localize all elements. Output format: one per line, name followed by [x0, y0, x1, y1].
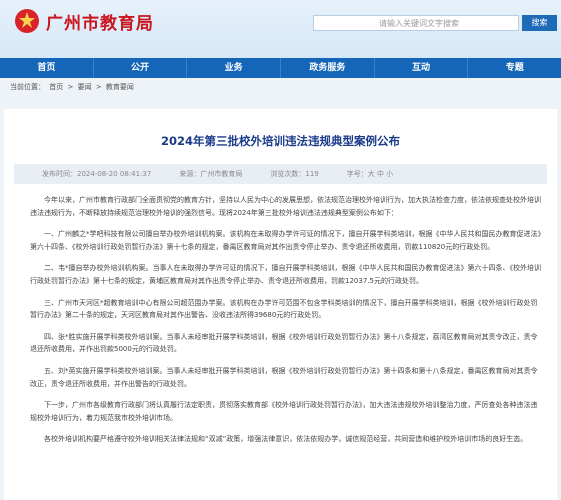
breadcrumb-label: 当前位置：: [10, 83, 45, 91]
breadcrumb-separator: >: [67, 83, 74, 91]
breadcrumb-news[interactable]: 要闻: [78, 83, 92, 91]
breadcrumb-separator: >: [95, 83, 102, 91]
article-meta: 发布时间：2024-08-20 08:41:37 来源：广州市教育局 浏览次数：…: [14, 164, 547, 184]
article-paragraph: 一、广州麟之*学吧科技有限公司擅自举办校外培训机构案。该机构在未取得办学许可证的…: [30, 230, 541, 251]
publish-time: 发布时间：2024-08-20 08:41:37: [42, 170, 152, 178]
emblem-icon: [15, 9, 39, 33]
nav-item-topics[interactable]: 专题: [468, 58, 561, 78]
article-body: 今年以来，广州市教育行政部门全面贯彻党的教育方针，坚持以人民为中心的发展思想，依…: [30, 194, 541, 455]
search-button[interactable]: 搜索: [522, 15, 557, 31]
article-paragraph: 各校外培训机构要严格遵守校外培训相关法律法规和“双减”政策，增强法律意识，依法依…: [44, 435, 528, 444]
site-title[interactable]: 广州市教育局: [46, 9, 154, 34]
article-paragraph: 四、张*胜实施开展学科类校外培训案。当事人未经审批开展学科类培训，根据《校外培训…: [30, 332, 538, 354]
main-nav: 首页 公开 业务 政务服务 互动 专题: [0, 58, 561, 78]
nav-item-services[interactable]: 政务服务: [281, 58, 375, 78]
nav-item-business[interactable]: 业务: [187, 58, 282, 78]
article-paragraph: 二、韦*擅自举办校外培训机构案。当事人在未取得办学许可证的情况下，擅自开展学科类…: [30, 264, 541, 285]
article-title: 2024年第三批校外培训违法违规典型案例公布: [160, 134, 400, 148]
breadcrumb: 当前位置： 首页 > 要闻 > 教育要闻: [0, 78, 561, 96]
breadcrumb-home[interactable]: 首页: [49, 83, 63, 91]
breadcrumb-edu-news[interactable]: 教育要闻: [106, 83, 134, 91]
view-count: 浏览次数：119: [270, 170, 319, 178]
nav-item-home[interactable]: 首页: [0, 58, 94, 78]
article-paragraph: 今年以来，广州市教育行政部门全面贯彻党的教育方针，坚持以人民为中心的发展思想，依…: [30, 196, 541, 217]
article-paragraph: 下一步，广州市各级教育行政部门将认真履行法定职责，贯彻落实教育部《校外培训行政处…: [30, 401, 538, 422]
article-paragraph: 五、刘*英实施开展学科类校外培训案。当事人未经审批开展学科类培训，根据《校外培训…: [30, 366, 538, 388]
article-source: 来源：广州市教育局: [179, 170, 243, 178]
site-header: 广州市教育局 请输入关键词文字搜索 搜索: [0, 0, 561, 58]
article-panel: 2024年第三批校外培训违法违规典型案例公布 发布时间：2024-08-20 0…: [4, 109, 557, 500]
font-size-control[interactable]: 字号：大 中 小: [347, 169, 393, 179]
search-input[interactable]: 请输入关键词文字搜索: [313, 15, 519, 31]
article-paragraph: 三、广州市天河区*超教育培训中心有限公司超范围办学案。该机构在办学许可范围不包含…: [30, 298, 538, 320]
nav-item-public[interactable]: 公开: [94, 58, 188, 78]
nav-item-interaction[interactable]: 互动: [375, 58, 469, 78]
